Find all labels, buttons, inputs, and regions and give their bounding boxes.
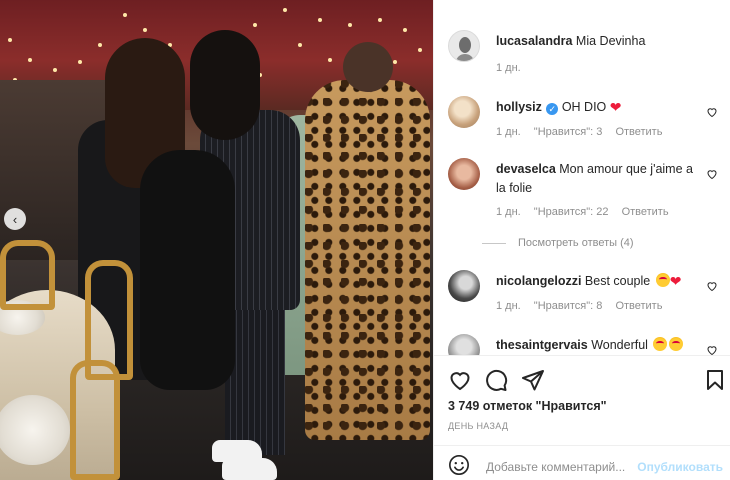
post-side-panel: lucasalandra Mia Devinha 1 дн. hollysiz … [433, 0, 730, 480]
like-comment-icon[interactable] [706, 280, 718, 292]
paper-plane-icon[interactable] [521, 368, 545, 392]
reply-button[interactable]: Ответить [622, 206, 669, 218]
chevron-left-icon: ‹ [12, 211, 18, 227]
avatar[interactable] [448, 158, 480, 190]
reply-button[interactable]: Ответить [615, 126, 662, 138]
comment-time[interactable]: 1 дн. [496, 300, 521, 312]
red-heart-icon: ❤ [609, 99, 622, 115]
comment-item: hollysiz ✓ OH DIO ❤ 1 дн. "Нравится": 3 … [448, 96, 718, 146]
bookmark-icon[interactable] [703, 368, 727, 392]
reply-button[interactable]: Ответить [615, 300, 662, 312]
comment-item: nicolangelozzi Best couple ❤ 1 дн. "Нрав… [448, 270, 718, 320]
comment-text: OH DIO [561, 100, 607, 114]
comment-username[interactable]: hollysiz [496, 100, 542, 114]
comment-likes[interactable]: "Нравится": 3 [534, 126, 603, 138]
caption-time[interactable]: 1 дн. [496, 62, 521, 74]
comment-item: thesaintgervais Wonderful [448, 334, 718, 355]
avatar[interactable] [448, 30, 480, 62]
comment-text: Best couple [584, 274, 651, 288]
avatar[interactable] [448, 270, 480, 302]
avatar[interactable] [448, 96, 480, 128]
verified-badge-icon: ✓ [546, 103, 559, 115]
comment-time[interactable]: 1 дн. [496, 126, 521, 138]
post-date[interactable]: ДЕНЬ НАЗАД [448, 421, 508, 431]
sneaker-right [222, 458, 277, 480]
view-replies-button[interactable]: Посмотреть ответы (4) [482, 237, 634, 249]
caption-username[interactable]: lucasalandra [496, 34, 572, 48]
comment-time[interactable]: 1 дн. [496, 206, 521, 218]
smiley-face-icon[interactable] [448, 454, 470, 476]
add-comment-bar: Добавьте комментарий... Опубликовать [434, 445, 730, 480]
woman-black-dress [140, 150, 235, 390]
heart-outline-icon[interactable] [448, 368, 472, 392]
caption: lucasalandra Mia Devinha 1 дн. [448, 30, 718, 80]
guest-leopard-head [343, 42, 393, 92]
comment-input[interactable]: Добавьте комментарий... [486, 460, 625, 474]
chair [70, 360, 120, 480]
comment-likes[interactable]: "Нравится": 22 [534, 206, 609, 218]
avatar[interactable] [448, 334, 480, 355]
guest-leopard-suit [305, 80, 430, 440]
comment-bubble-icon[interactable] [484, 368, 508, 392]
comment-username[interactable]: thesaintgervais [496, 338, 588, 352]
comment-item: devaselca Mon amour que j'aime a la foli… [448, 158, 718, 228]
heart-eyes-face-icon [655, 273, 670, 287]
like-comment-icon[interactable] [706, 168, 718, 180]
replies-divider [482, 242, 506, 244]
publish-button[interactable]: Опубликовать [637, 460, 723, 474]
comment-likes[interactable]: "Нравится": 8 [534, 300, 603, 312]
comments-list[interactable]: lucasalandra Mia Devinha 1 дн. hollysiz … [434, 0, 730, 355]
comment-text: Wonderful [591, 338, 648, 352]
chair [0, 240, 55, 310]
man-hair [190, 30, 260, 140]
like-comment-icon[interactable] [706, 106, 718, 118]
like-comment-icon[interactable] [706, 344, 718, 355]
caption-text: Mia Devinha [575, 34, 646, 48]
view-replies-label: Посмотреть ответы (4) [518, 237, 634, 249]
heart-eyes-face-icon [653, 337, 668, 351]
likes-count[interactable]: 3 749 отметок "Нравится" [448, 399, 607, 413]
heart-eyes-face-icon [669, 337, 684, 351]
post-photo[interactable]: ‹ [0, 0, 433, 480]
comment-username[interactable]: devaselca [496, 162, 556, 176]
comment-username[interactable]: nicolangelozzi [496, 274, 581, 288]
red-heart-icon: ❤ [669, 273, 682, 289]
carousel-prev-button[interactable]: ‹ [4, 208, 26, 230]
